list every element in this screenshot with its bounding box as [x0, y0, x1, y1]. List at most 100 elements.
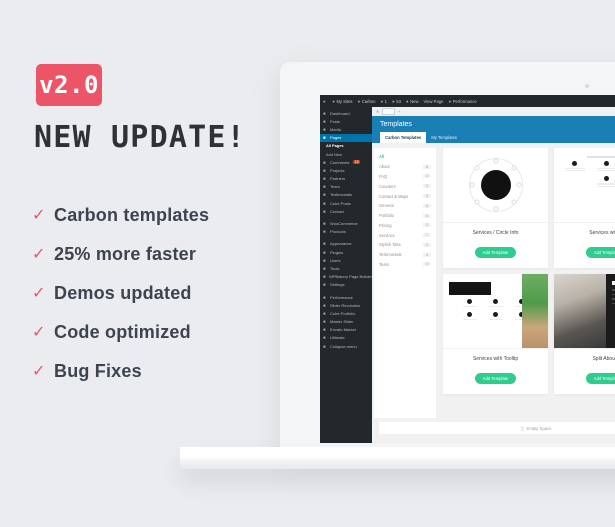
template-card[interactable]: Services with H Add Template	[554, 148, 615, 268]
sidebar-item-wpbakery-page-builder[interactable]: ■ WPBakery Page Builder	[320, 273, 372, 281]
sidebar-item-count: 12	[353, 160, 361, 165]
close-icon[interactable]: ✕	[376, 109, 379, 114]
adminbar-item-53[interactable]: ● 53	[392, 99, 401, 104]
category-stylish-tabs[interactable]: Stylish Tabs 2	[374, 240, 436, 250]
template-card[interactable]: Services / Circle Info Add Template	[443, 148, 548, 268]
media-icon: ■	[323, 126, 326, 132]
grid-dot-icon	[493, 312, 498, 318]
editor-tab-box[interactable]	[382, 108, 396, 115]
sidebar-item-users[interactable]: ■ Users	[320, 256, 372, 264]
category-filter-list[interactable]: All About 5 FAQ 2 Counters 2 Contact & Maps 5 Gen…	[374, 148, 436, 418]
sidebar-item-label: Cube Portfolio	[330, 310, 356, 316]
sidebar-item-pages[interactable]: ■ Pages	[320, 133, 372, 142]
category-all[interactable]: All	[374, 152, 436, 162]
circle-solid	[480, 170, 511, 200]
adminbar-item-carbon[interactable]: ● Carbon	[358, 99, 376, 104]
category-counters[interactable]: Counters 2	[374, 181, 436, 191]
add-template-button[interactable]: Add Template	[474, 373, 517, 384]
sidebar-item-comments[interactable]: ■ Comments 12	[320, 158, 372, 166]
sidebar-item-label: Projects	[330, 167, 345, 173]
category-general[interactable]: General 8	[374, 201, 436, 211]
sidebar-item-partners[interactable]: ■ Partners	[320, 175, 372, 183]
envato-icon: ■	[323, 327, 326, 333]
sidebar-item-testimonials[interactable]: ■ Testimonials	[320, 191, 372, 199]
sidebar-item-slider-revolution[interactable]: ■ Slider Revolution	[320, 301, 372, 309]
products-icon: ■	[323, 229, 326, 235]
sidebar-item-appearance[interactable]: ■ Appearance	[320, 240, 372, 248]
wpbakery-icon: ■	[323, 274, 326, 280]
template-card-grid[interactable]: Services / Circle Info Add Template Servic…	[436, 148, 615, 418]
users-icon: ■	[323, 257, 326, 263]
performance-icon: ●	[448, 98, 452, 104]
grid-dot-icon	[467, 312, 472, 318]
home-icon: ●	[357, 98, 361, 104]
template-card-footer: Split About 1 Add Template	[554, 349, 615, 394]
sidebar-item-dashboard[interactable]: ■ Dashboard	[320, 109, 372, 117]
adminbar-item-my-sites[interactable]: ● My Sites	[332, 99, 352, 104]
category-pricing[interactable]: Pricing 2	[374, 220, 436, 230]
decor-dot	[511, 165, 517, 171]
sidebar-item-settings[interactable]: ■ Settings	[320, 281, 372, 289]
sidebar-item-master-slider[interactable]: ■ Master Slider	[320, 318, 372, 326]
sidebar-item-contact[interactable]: ■ Contact	[320, 207, 372, 215]
sidebar-item-label: Dashboard	[330, 110, 350, 116]
page-title-headline: NEW UPDATE!	[34, 120, 246, 155]
sidebar-item-add-new[interactable]: Add New	[320, 150, 372, 158]
category-contact-maps[interactable]: Contact & Maps 5	[374, 191, 436, 201]
adminbar-item[interactable]: ●	[323, 99, 327, 104]
sidebar-item-envato-market[interactable]: ■ Envato Market	[320, 326, 372, 334]
tab-carbon-templates[interactable]: Carbon Templates	[380, 132, 427, 143]
sidebar-item-all-pages[interactable]: All Pages	[320, 142, 372, 150]
sidebar-item-tools[interactable]: ■ Tools	[320, 264, 372, 272]
grid-dot-icon	[572, 161, 577, 166]
tab-my-templates[interactable]: My Templates	[426, 132, 462, 143]
sidebar-item-projects[interactable]: ■ Projects	[320, 166, 372, 174]
sidebar-item-plugins[interactable]: ■ Plugins	[320, 248, 372, 256]
add-template-button[interactable]: Add Template	[585, 373, 615, 384]
sidebar-item-performance[interactable]: ■ Performance	[320, 293, 372, 301]
adminbar-item-1[interactable]: ● 1	[380, 99, 387, 104]
sidebar-item-posts[interactable]: ■ Posts	[320, 117, 372, 125]
sidebar-item-cube-posts[interactable]: ■ Cube Posts	[320, 199, 372, 207]
adminbar-item-label: New	[410, 98, 419, 104]
tooltip-box	[449, 282, 491, 295]
sidebar-item-media[interactable]: ■ Media	[320, 125, 372, 133]
contact-icon: ■	[323, 208, 326, 214]
editor-toolbar[interactable]: ✕ +	[372, 107, 615, 116]
page-tabs[interactable]: Carbon Templates My Templates	[380, 132, 615, 143]
feature-label: 25% more faster	[54, 244, 197, 264]
category-label: All	[379, 154, 385, 160]
adminbar-item-view-page[interactable]: View Page	[424, 99, 444, 104]
plus-icon[interactable]: +	[398, 109, 400, 114]
add-template-button[interactable]: Add Template	[585, 247, 615, 258]
sidebar-item-team[interactable]: ■ Team	[320, 183, 372, 191]
sidebar-item-cube-portfolio[interactable]: ■ Cube Portfolio	[320, 309, 372, 317]
sidebar-item-woocommerce[interactable]: ■ WooCommerce	[320, 219, 372, 227]
sidebar-item-products[interactable]: ■ Products	[320, 228, 372, 236]
template-card[interactable]: Services with Tooltip Add Template	[443, 274, 548, 394]
add-template-button[interactable]: Add Template	[474, 247, 517, 258]
laptop-camera-icon	[585, 84, 589, 88]
category-label: Portfolio	[379, 213, 395, 219]
category-about[interactable]: About 5	[374, 162, 436, 172]
sidebar-item-label: Add New	[326, 151, 342, 157]
template-name: Split About 1	[592, 356, 615, 362]
sidebar-item-collapse-menu[interactable]: ■ Collapse menu	[320, 342, 372, 350]
adminbar-item-performance[interactable]: ● Performance	[448, 99, 476, 104]
ultimate-icon: ■	[323, 335, 326, 341]
template-thumbnail	[554, 148, 615, 223]
sidebar-item-ultimate[interactable]: ■ Ultimate	[320, 334, 372, 342]
category-faq[interactable]: FAQ 2	[374, 172, 436, 182]
sidebar-item-label: Media	[330, 126, 341, 132]
category-team[interactable]: Team 4	[374, 260, 436, 270]
wp-admin-sidebar[interactable]: ■ Dashboard ■ Posts ■ Media ■ Pages All Pages Add…	[320, 107, 372, 443]
category-portfolio[interactable]: Portfolio 6	[374, 211, 436, 221]
category-testimonials[interactable]: Testimonials 3	[374, 250, 436, 260]
decor-dot	[493, 206, 498, 212]
adminbar-item-label: Performance	[452, 98, 477, 104]
template-card[interactable]: Split About 1 Add Template	[554, 274, 615, 394]
category-services[interactable]: Services 7	[374, 230, 436, 240]
adminbar-item-new[interactable]: ● New	[406, 99, 419, 104]
adminbar-item-label: View Page	[423, 98, 444, 104]
empty-space-row[interactable]: ▢ Empty Space	[379, 422, 615, 434]
